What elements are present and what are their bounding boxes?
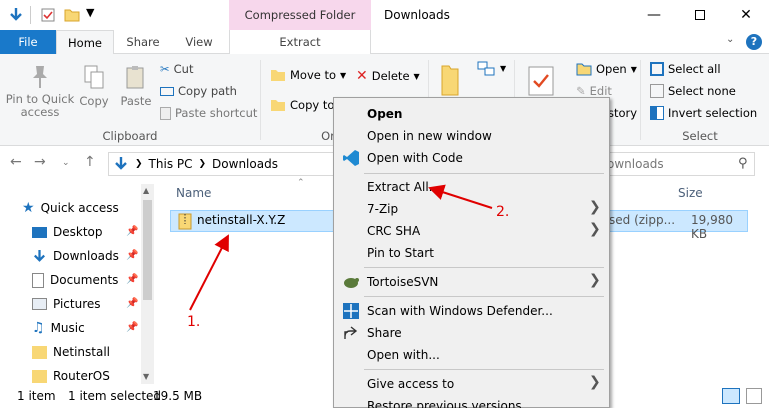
annotation-overlay: [189, 184, 493, 311]
annotation-label-2: 2.: [496, 204, 510, 220]
annotation-label-1: 1.: [187, 314, 201, 330]
annotation-arrow-1: [189, 234, 229, 311]
annotation-arrow-2: [428, 184, 493, 209]
